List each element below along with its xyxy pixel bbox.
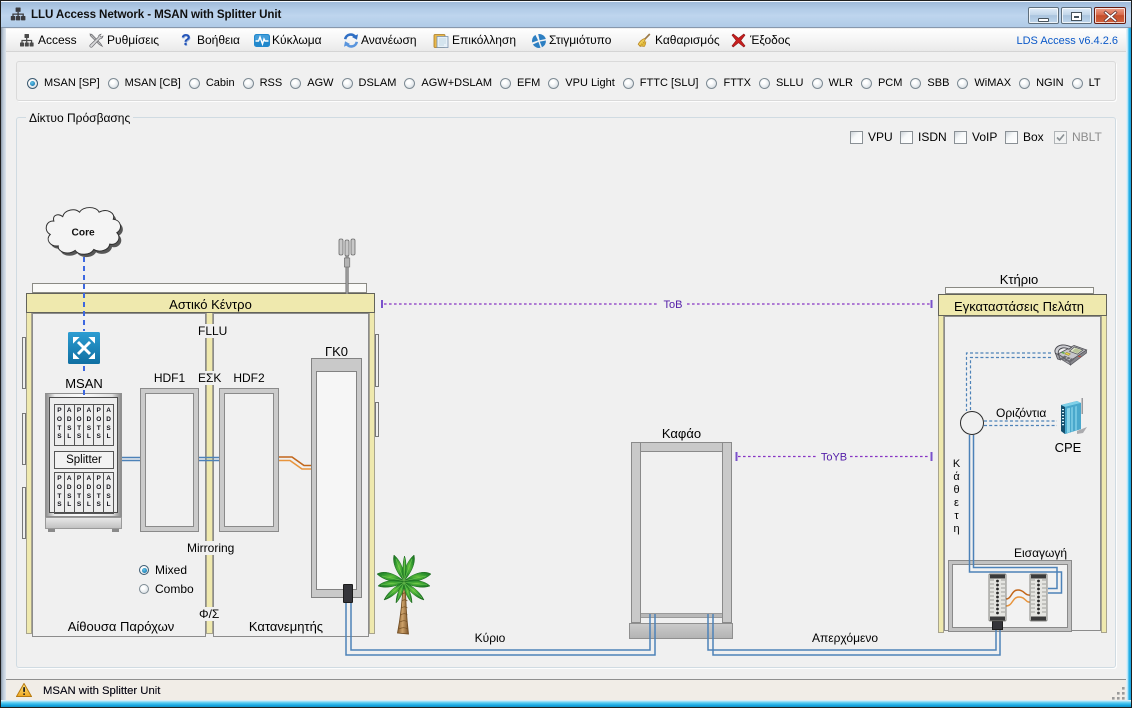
svg-text:ToYB: ToYB [821,452,847,464]
svg-text:ToB: ToB [664,299,683,311]
